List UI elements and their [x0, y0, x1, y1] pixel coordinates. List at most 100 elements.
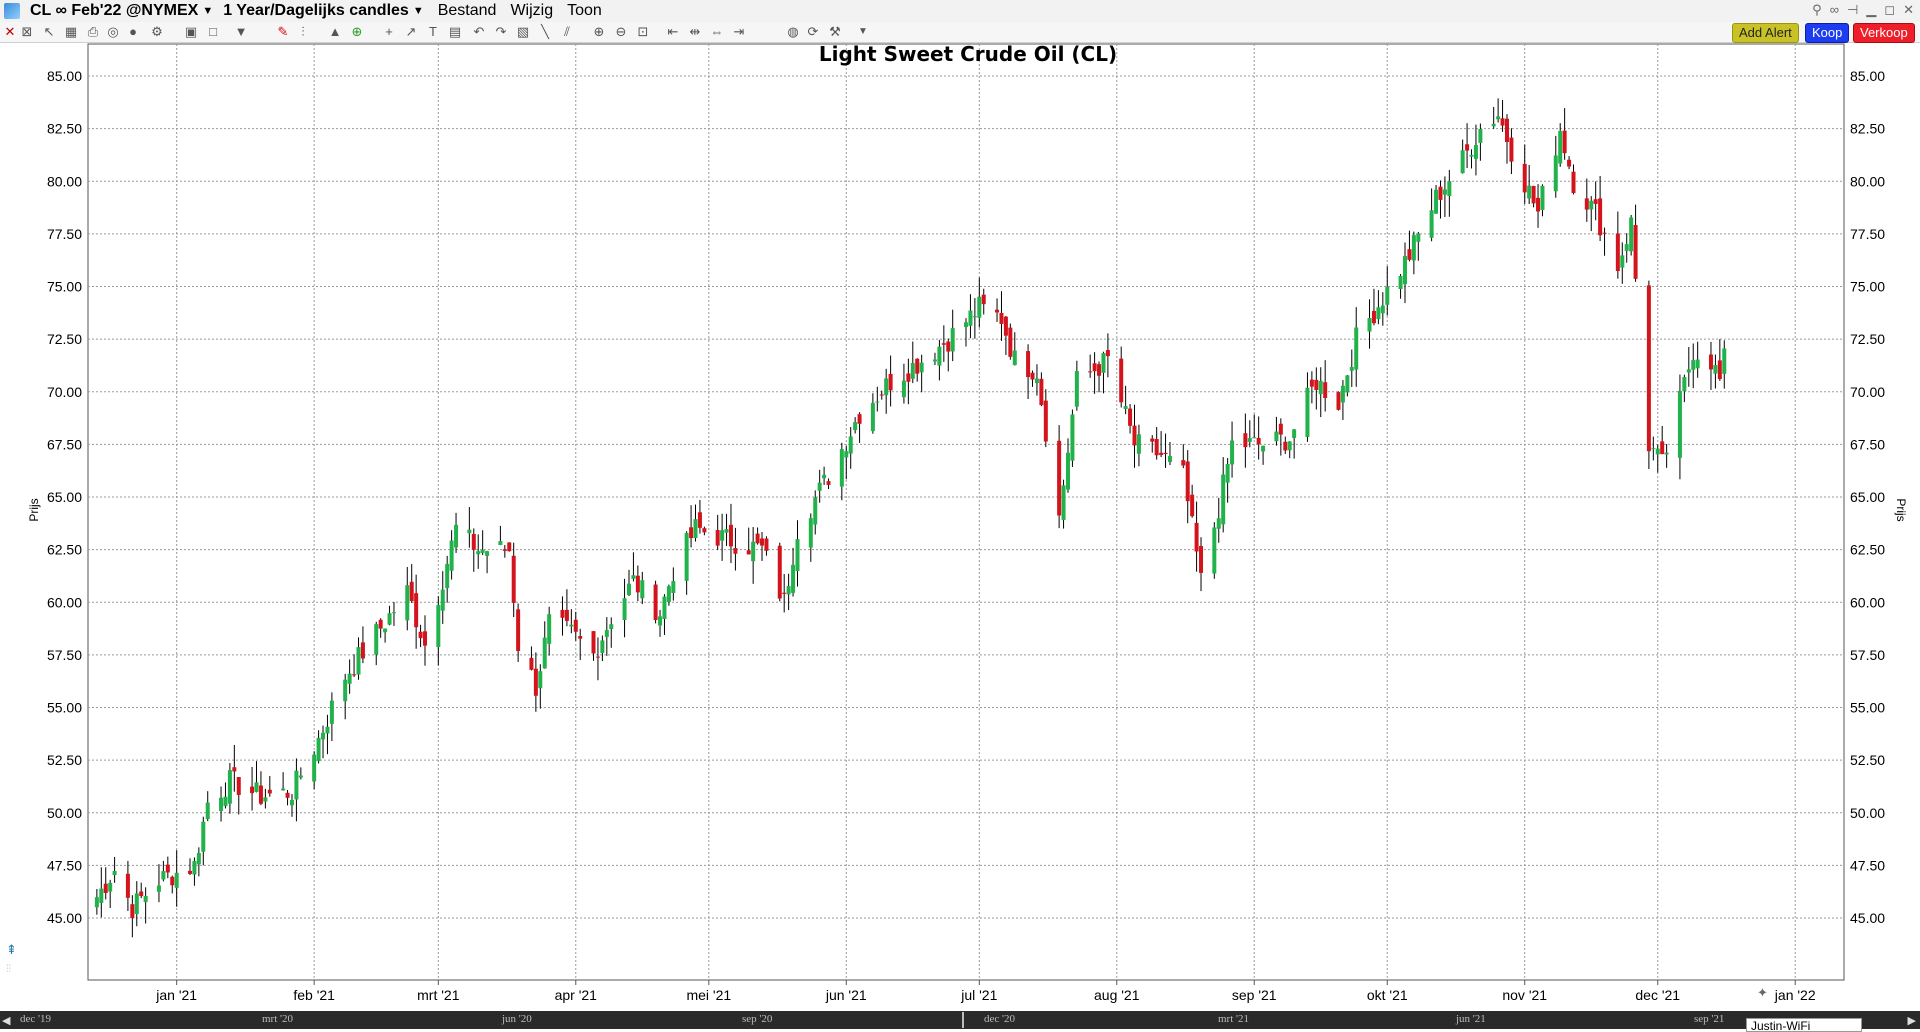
scroll-icon[interactable]: ⇹: [688, 25, 702, 39]
scroll-end-icon[interactable]: ✦: [1757, 985, 1768, 1000]
sync-icon[interactable]: ⟳: [806, 25, 820, 39]
cursor-icon[interactable]: ↖: [42, 25, 56, 39]
candle-body: [1620, 255, 1625, 268]
candle-body: [130, 904, 135, 919]
settings-icon[interactable]: ⚙: [150, 25, 164, 39]
trendline-icon[interactable]: ╲: [538, 25, 552, 39]
crosshair-icon[interactable]: ⊠: [20, 25, 34, 39]
chart-type-icon[interactable]: ▣: [184, 25, 198, 39]
y-tick-label: 75.00: [1850, 279, 1885, 295]
overview-label: sep '21: [1694, 1013, 1725, 1025]
x-tick-label: jan '21: [155, 987, 197, 1003]
candle-body: [1274, 431, 1279, 442]
channel-icon[interactable]: ⫽: [560, 25, 574, 39]
wrench-icon[interactable]: ⚒: [828, 25, 842, 39]
candle-body: [1128, 408, 1133, 426]
zoom-out-icon[interactable]: ⊖: [614, 25, 628, 39]
filter-icon[interactable]: ▼: [234, 25, 248, 39]
candle-body: [1686, 369, 1691, 373]
candle-body: [875, 401, 880, 403]
refresh-icon[interactable]: ◎: [106, 25, 120, 39]
snapshot-icon[interactable]: ▧: [516, 25, 530, 39]
zoom-in-icon[interactable]: ⊕: [592, 25, 606, 39]
box-icon[interactable]: ▤: [448, 25, 462, 39]
x-tick-label: feb '21: [293, 987, 335, 1003]
scroll-right-arrow-icon[interactable]: ▶: [1908, 1014, 1916, 1027]
candle-body: [1123, 406, 1128, 410]
candle-body: [915, 358, 920, 374]
candle-body: [1407, 249, 1412, 260]
candle-body: [1651, 448, 1656, 450]
menu-bar: CL ∞ Feb'22 @NYMEX ▼ 1 Year/Dagelijks ca…: [0, 0, 1920, 23]
link-icon[interactable]: ⚲: [1812, 2, 1822, 18]
candle-body: [1717, 360, 1722, 379]
globe-icon[interactable]: ◍: [786, 25, 800, 39]
candle-body: [516, 609, 521, 652]
scroll-thumb[interactable]: [962, 1012, 964, 1028]
price-chart[interactable]: 85.00 85.00 82.50 82.50 80.00 80.00 77.50 77.50…: [0, 42, 1920, 1011]
menu-bestand[interactable]: Bestand: [438, 2, 497, 20]
add-alert-button[interactable]: Add Alert: [1732, 23, 1799, 43]
pencil-icon[interactable]: ✎: [276, 25, 290, 39]
candle-body: [1167, 456, 1172, 462]
sell-button[interactable]: Verkoop: [1853, 23, 1915, 43]
glasses-icon[interactable]: ∞: [1830, 2, 1839, 18]
x-tick-label: aug '21: [1094, 987, 1140, 1003]
menu-wijzig[interactable]: Wijzig: [510, 2, 553, 20]
candle-body: [1154, 439, 1159, 456]
candle-body: [662, 596, 667, 620]
candle-body: [467, 529, 472, 534]
square-icon[interactable]: □: [206, 25, 220, 39]
circle-icon[interactable]: ●: [126, 25, 140, 39]
candle-body: [919, 362, 924, 373]
scroll-left-arrow-icon[interactable]: ◀: [2, 1014, 10, 1027]
pin-indicator-icon[interactable]: ⇞: [6, 942, 20, 957]
y-tick-label: 45.00: [47, 910, 82, 926]
overview-label: jun '21: [1456, 1013, 1486, 1025]
candle-body: [1043, 400, 1048, 442]
candle-body: [1003, 316, 1008, 336]
minimize-icon[interactable]: ▁: [1866, 2, 1876, 18]
y-tick-label: 57.50: [1850, 647, 1885, 663]
candle-body: [1026, 351, 1031, 378]
candle-body: [436, 605, 441, 648]
x-tick-label: apr '21: [555, 987, 598, 1003]
cross-icon[interactable]: +: [382, 25, 396, 39]
text-icon[interactable]: T: [426, 25, 440, 39]
pin-icon[interactable]: ⊣: [1847, 2, 1858, 18]
timeframe-selector[interactable]: 1 Year/Dagelijks candles ▼: [223, 2, 424, 20]
close-chart-icon[interactable]: ✕: [3, 25, 17, 39]
candle-body: [476, 551, 481, 555]
mountain-icon[interactable]: ▲: [328, 25, 342, 39]
overview-label: dec '20: [984, 1013, 1015, 1025]
y-tick-label: 85.00: [47, 68, 82, 84]
add-icon[interactable]: ⊕: [350, 25, 364, 39]
y-tick-label: 62.50: [47, 542, 82, 558]
grid-icon[interactable]: ▦: [64, 25, 78, 39]
toolbar-more-icon[interactable]: ▼: [856, 25, 870, 39]
maximize-icon[interactable]: ◻: [1884, 2, 1895, 18]
y-tick-label: 65.00: [1850, 489, 1885, 505]
candle-body: [906, 373, 911, 382]
fit-icon[interactable]: ⊡: [636, 25, 650, 39]
pointer-icon[interactable]: ↗: [404, 25, 418, 39]
menu-toon[interactable]: Toon: [567, 2, 602, 20]
scroll-left-icon[interactable]: ⇤: [666, 25, 680, 39]
candle-body: [1371, 310, 1376, 324]
candle-body: [1562, 130, 1567, 154]
symbol-selector[interactable]: CL ∞ Feb'22 @NYMEX ▼: [30, 2, 213, 20]
scroll-right-icon[interactable]: ⇥: [732, 25, 746, 39]
candle-body: [1034, 378, 1039, 384]
candle-body: [1287, 441, 1292, 451]
candle-body: [1318, 380, 1323, 395]
bars-icon[interactable]: ⫶: [296, 25, 310, 39]
close-icon[interactable]: ✕: [1903, 2, 1914, 18]
undo-icon[interactable]: ↶: [472, 25, 486, 39]
center-icon[interactable]: ⇔: [710, 25, 724, 39]
x-tick-label: dec '21: [1635, 987, 1680, 1003]
chart-app-icon[interactable]: [4, 3, 20, 19]
buy-button[interactable]: Koop: [1805, 23, 1850, 43]
redo-icon[interactable]: ↷: [494, 25, 508, 39]
overview-scrollbar[interactable]: ◀ dec '19 mrt '20 jun '20 sep '20 dec '2…: [0, 1011, 1920, 1029]
print-icon[interactable]: ⎙: [86, 25, 100, 39]
